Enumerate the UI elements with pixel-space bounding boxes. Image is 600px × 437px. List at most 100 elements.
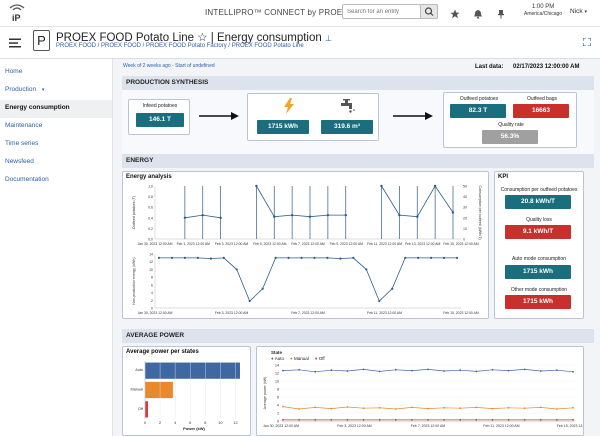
energy-value: 1715 kWh [257, 120, 309, 134]
x-tick-label: Feb 15, 2023 12:00 AM [443, 242, 478, 246]
panel-title: KPI [498, 174, 509, 180]
y-tick-label: 12 [149, 260, 153, 264]
clock-zone: America/Chicago [524, 11, 563, 17]
y-tick-label: 0.2 [148, 227, 153, 231]
last-data-label: Last data: [475, 64, 504, 70]
main-content: Week of 2 weeks ago - Start of undefined… [113, 59, 600, 436]
y-tick-label: 0 [277, 420, 279, 424]
y-tick-label: 6 [277, 396, 279, 400]
user-name: Nick [570, 8, 583, 15]
x-tick-label: Feb 9, 2023 12:00 AM [330, 242, 364, 246]
y-tick-label: 14 [149, 253, 153, 257]
y-axis-label: Average power (kW) [263, 377, 267, 410]
sidebar-item-home[interactable]: Home [0, 64, 112, 82]
sidebar-item-documentation[interactable]: Documentation [0, 172, 112, 190]
user-menu[interactable]: Nick ▾ [570, 8, 587, 15]
y-tick-label: 0.4 [148, 216, 153, 220]
x-tick-label: Feb 13, 2023 12:00 AM [405, 242, 440, 246]
energy-analysis-chart[interactable]: 0.00.20.40.60.81.001020304050Jan 30, 202… [123, 181, 488, 319]
menu-icon[interactable] [9, 35, 21, 48]
y-tick-label: 0.0 [148, 238, 153, 242]
kpi-panel: KPI Consumption per outfeed potatoes 20.… [494, 171, 584, 319]
y-tick-label: 10 [275, 380, 279, 384]
arrow-right-icon [199, 112, 239, 120]
water-tap-icon [341, 99, 355, 113]
section-average-power: AVERAGE POWER [122, 329, 594, 343]
y-tick-label: 2 [151, 299, 153, 303]
x-tick-label: Feb 15, 2023 12:00 AM [443, 311, 478, 315]
kpi-label: Auto mode consumption [512, 256, 566, 262]
quality-value: 56.3% [482, 130, 538, 144]
x-tick-label: Feb 3, 2023 12:00 AM [215, 311, 249, 315]
pin-icon[interactable] [496, 6, 506, 19]
x-axis-label: Power (kW) [183, 426, 205, 431]
caret-down-icon: ▾ [41, 87, 45, 93]
y-tick-label: 4 [151, 291, 153, 295]
panel-title: Average power per states [126, 349, 199, 355]
y-tick-label: 0 [151, 307, 153, 311]
chevron-down-icon: ▾ [584, 9, 587, 15]
sidebar-item-label: Production [5, 86, 37, 93]
sidebar-item-energy-consumption[interactable]: Energy consumption [0, 100, 112, 118]
sidebar-item-label: Newsfeed [5, 158, 34, 165]
section-production-synthesis: PRODUCTION SYNTHESIS [122, 76, 594, 90]
sidebar-item-production[interactable]: Production ▾ [0, 82, 112, 100]
bell-icon[interactable] [473, 6, 483, 19]
average-power-chart[interactable]: 0 2 4 6 8 10 12 14 Jan 30, 2023 12:00 AM Feb 3, 2… [257, 361, 583, 436]
fullscreen-icon[interactable] [582, 33, 592, 47]
y-tick-label: 2 [277, 412, 279, 416]
page-title: PROEX FOOD Potato Line ☆ | Energy consum… [56, 30, 332, 44]
x-tick-label: Jan 30, 2023 12:00 AM [138, 311, 173, 315]
search-button[interactable] [420, 4, 438, 19]
x-tick-label: Feb 11, 2023 12:00 AM [483, 424, 519, 428]
quality-label: Quality rate [498, 122, 524, 128]
power-per-state-chart[interactable]: Auto Manual Off 0 2 4 6 8 10 12 Power (kW) [123, 357, 250, 437]
intellipro-logo[interactable]: iP [6, 2, 28, 26]
non-production-series-line [159, 257, 457, 302]
x-tick-label: Feb 3, 2023 12:00 AM [215, 242, 249, 246]
section-title: ENERGY [126, 157, 154, 164]
x-tick-label: 10 [218, 421, 222, 425]
sidebar-item-time-series[interactable]: Time series [0, 136, 112, 154]
sidebar-item-label: Maintenance [5, 122, 43, 129]
y-axis-label: Outfeed potatoes (T) [132, 196, 136, 229]
bags-value: 16663 [513, 104, 569, 118]
outfeed-value: 82.3 T [450, 104, 506, 118]
y-tick-label: 6 [151, 283, 153, 287]
outfeed-label: Outfeed potatoes [459, 96, 499, 102]
kpi-label: Consumption per outfeed potatoes [500, 187, 578, 193]
x-tick-label: Feb 11, 2023 12:00 AM [367, 242, 402, 246]
energy-analysis-panel: Energy analysis 0.0 0.2 0.4 0.6 0.8 1.0 0 10 20 3… [122, 171, 489, 319]
y-tick-label: 8 [151, 276, 153, 280]
y-tick-label: 0.8 [148, 195, 153, 199]
x-tick-label: Feb 3, 2023 12:00 AM [337, 424, 372, 428]
last-data: Last data: 02/17/2023 12:00:00 AM [475, 64, 580, 70]
arrow-right-icon [393, 112, 433, 120]
y-tick-label: 12 [275, 372, 279, 376]
infeed-label: Infeed potatoes [142, 103, 178, 109]
section-title: AVERAGE POWER [126, 332, 185, 339]
pin-icon[interactable]: ⊥ [325, 34, 332, 43]
sidebar-item-maintenance[interactable]: Maintenance [0, 118, 112, 136]
infeed-card: Infeed potatoes 146.1 T [128, 99, 190, 135]
outfeed-series-line [256, 185, 346, 218]
y-axis-label: Non-production energy (kWh) [132, 257, 136, 304]
y2-tick-label: 20 [463, 216, 467, 220]
top-bar: iP INTELLIPRO™ CONNECT by PROEX FOOD 1:0… [0, 0, 600, 27]
legend-title: State [271, 350, 283, 355]
period-selector[interactable]: Week of 2 weeks ago - Start of undefined [123, 63, 215, 69]
x-tick-label: 6 [189, 421, 191, 425]
energy-water-card: 1715 kWh 319.6 m³ [247, 93, 379, 141]
star-icon[interactable] [450, 6, 460, 19]
sidebar-item-label: Time series [5, 140, 39, 147]
y-tick-label: 0.6 [148, 206, 153, 210]
infeed-value: 146.1 T [136, 113, 184, 127]
x-tick-label: Jan 30, 2023 12:00 AM [263, 424, 299, 428]
breadcrumb[interactable]: PROEX FOOD / PROEX FOOD / PROEX FOOD Pot… [56, 43, 304, 49]
sidebar-item-newsfeed[interactable]: Newsfeed [0, 154, 112, 172]
x-tick-label: 2 [159, 421, 161, 425]
x-tick-label: 4 [174, 421, 176, 425]
kpi-label: Other mode consumption [510, 287, 568, 293]
kpi-value: 1715 kWh [505, 265, 571, 279]
y-tick-label: 1.0 [148, 185, 153, 189]
